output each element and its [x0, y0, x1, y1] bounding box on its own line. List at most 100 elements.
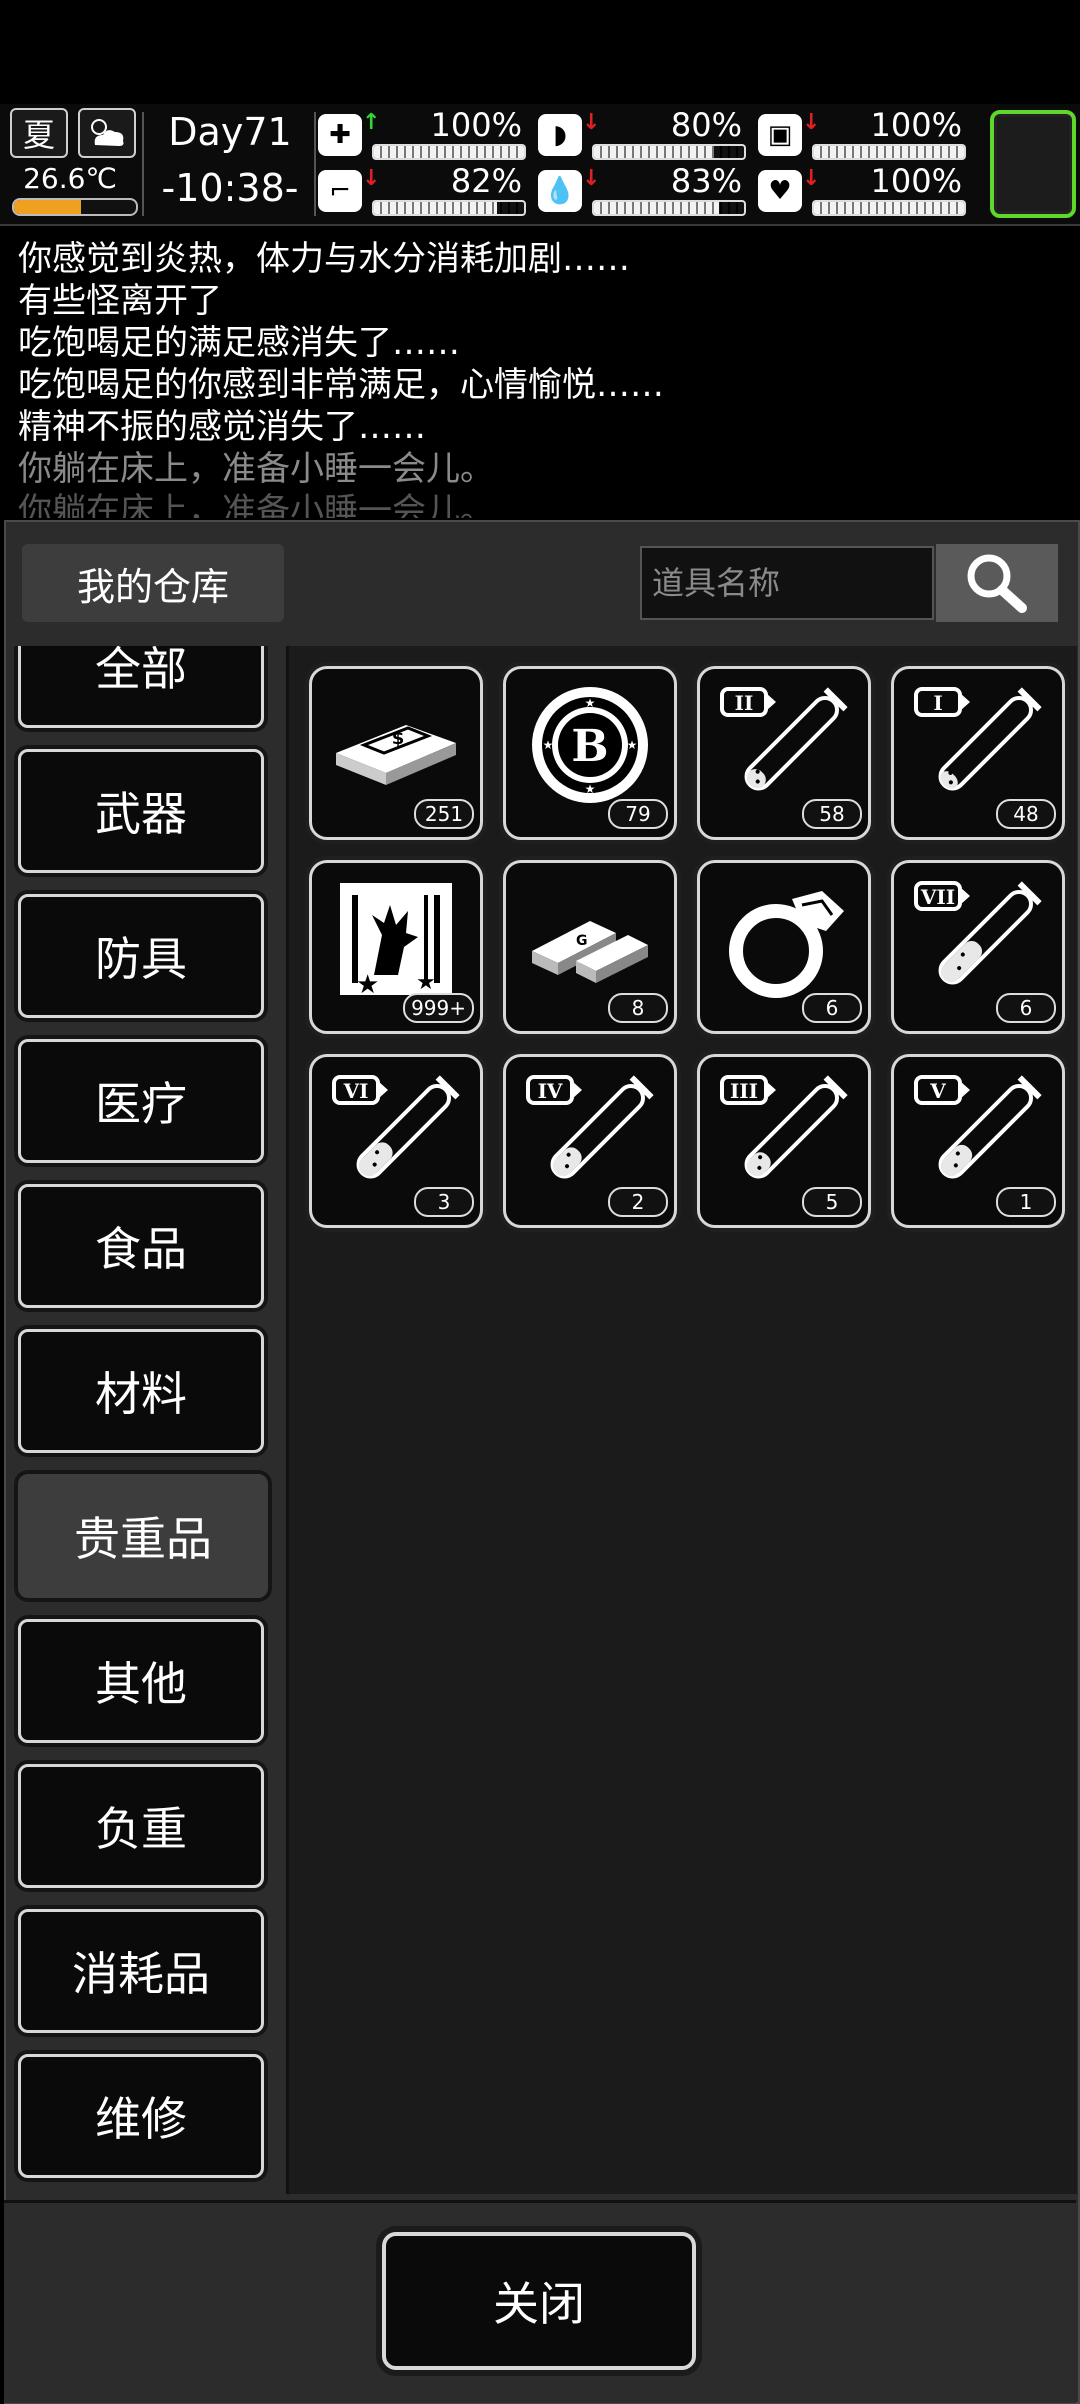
stat-value: 100%	[870, 106, 962, 144]
divider	[314, 112, 316, 216]
partly-cloudy-icon	[91, 119, 124, 146]
medkit-icon: ✚	[318, 114, 362, 156]
category-tab[interactable]: 消耗品	[18, 1909, 264, 2033]
category-tab[interactable]: 贵重品	[18, 1474, 268, 1598]
arrow-up-icon: ↑	[362, 110, 381, 135]
quick-slot-button[interactable]	[990, 110, 1076, 218]
log-line: 你躺在床上，准备小睡一会儿。	[18, 449, 494, 489]
log-line: 吃饱喝足的你感到非常满足，心情愉悦……	[18, 365, 664, 405]
stat-value: 82%	[450, 162, 522, 200]
svg-text:G: G	[576, 933, 588, 949]
temperature-bar	[12, 198, 138, 216]
stat-bar-fill	[374, 202, 497, 214]
weather-button[interactable]	[78, 108, 136, 158]
storage-title: 我的仓库	[22, 544, 284, 622]
game-clock: -10:38-	[161, 166, 299, 210]
inventory-slot[interactable]: V 1	[891, 1054, 1065, 1228]
stat-boot: ⌐ ↓ 82%	[318, 162, 528, 216]
season-indicator[interactable]: 夏	[10, 108, 68, 158]
item-grid[interactable]: $ 251 B ★ ★ ★ ★ 79 II 58 I 48 ★ ★ 999+ G…	[286, 646, 1077, 2194]
stat-bar	[372, 144, 526, 160]
item-count-badge: 999+	[403, 993, 474, 1023]
arrow-down-icon: ↓	[582, 110, 601, 135]
svg-text:III: III	[730, 1079, 758, 1103]
stat-battery: ▣ ↓ 100%	[758, 106, 968, 160]
stat-bar	[592, 200, 746, 216]
stomach-icon: ◗	[538, 114, 582, 156]
message-log[interactable]: 你感觉到炎热，体力与水分消耗加剧…… 有些怪离开了 吃饱喝足的满足感消失了…… 吃饱喝…	[0, 228, 1080, 518]
stat-bar-fill	[594, 202, 719, 214]
inventory-slot[interactable]: IV 2	[503, 1054, 677, 1228]
svg-text:B: B	[571, 721, 608, 772]
inventory-slot[interactable]: III 5	[697, 1054, 871, 1228]
svg-text:VI: VI	[343, 1079, 369, 1103]
item-count-badge: 48	[996, 799, 1056, 829]
search-button[interactable]	[936, 544, 1058, 622]
arrow-down-icon: ↓	[802, 110, 821, 135]
inventory-slot[interactable]: G 8	[503, 860, 677, 1034]
svg-text:★: ★	[416, 970, 436, 995]
stat-medkit: ✚ ↑ 100%	[318, 106, 528, 160]
category-tab[interactable]: 食品	[18, 1184, 264, 1308]
category-list[interactable]: 全部武器防具医疗食品材料贵重品其他负重消耗品维修	[6, 646, 278, 2196]
category-tab[interactable]: 负重	[18, 1764, 264, 1888]
svg-text:★: ★	[585, 696, 596, 710]
category-tab[interactable]: 全部	[18, 646, 264, 728]
svg-text:IV: IV	[538, 1079, 563, 1103]
stat-stomach: ◗ ↓ 80%	[538, 106, 748, 160]
category-tab[interactable]: 医疗	[18, 1039, 264, 1163]
inventory-slot[interactable]: $ 251	[309, 666, 483, 840]
close-button[interactable]: 关闭	[382, 2232, 696, 2370]
season-label: 夏	[22, 116, 55, 154]
item-count-badge: 6	[996, 993, 1056, 1023]
inventory-slot[interactable]: ★ ★ 999+	[309, 860, 483, 1034]
item-count-badge: 1	[996, 1187, 1056, 1217]
item-count-badge: 251	[414, 799, 474, 829]
category-tab[interactable]: 武器	[18, 749, 264, 873]
battery-icon: ▣	[758, 114, 802, 156]
heart-icon: ♥	[758, 170, 802, 212]
inventory-slot[interactable]: 6	[697, 860, 871, 1034]
stat-bar	[812, 144, 966, 160]
item-search-input[interactable]	[640, 546, 934, 620]
inventory-slot[interactable]: VII 6	[891, 860, 1065, 1034]
log-line: 吃饱喝足的满足感消失了……	[18, 323, 460, 363]
stat-bar	[372, 200, 526, 216]
stat-value: 80%	[670, 106, 742, 144]
stat-heart: ♥ ↓ 100%	[758, 162, 968, 216]
day-counter: Day71	[168, 110, 292, 154]
boot-icon: ⌐	[318, 170, 362, 212]
stat-value: 100%	[430, 106, 522, 144]
inventory-slot[interactable]: II 58	[697, 666, 871, 840]
arrow-down-icon: ↓	[582, 166, 601, 191]
stat-bar-fill	[594, 146, 714, 158]
water-drop-icon: 💧	[538, 170, 582, 212]
inventory-slot[interactable]: VI 3	[309, 1054, 483, 1228]
stat-bar-fill	[814, 202, 964, 214]
item-count-badge: 8	[608, 993, 668, 1023]
category-tab[interactable]: 维修	[18, 2054, 264, 2178]
stat-bar	[812, 200, 966, 216]
search-icon	[967, 554, 1027, 613]
category-tab[interactable]: 材料	[18, 1329, 264, 1453]
survival-hud: 夏 26.6℃ Day71 -10:38- ✚ ↑ 100% ◗ ↓ 80% ▣ ↓ 100% ⌐…	[0, 104, 1080, 226]
item-count-badge: 3	[414, 1187, 474, 1217]
stat-value: 83%	[670, 162, 742, 200]
item-count-badge: 6	[802, 993, 862, 1023]
arrow-down-icon: ↓	[802, 166, 821, 191]
stat-bar	[592, 144, 746, 160]
arrow-down-icon: ↓	[362, 166, 381, 191]
stat-bar-fill	[814, 146, 964, 158]
log-line: 有些怪离开了	[18, 281, 222, 321]
inventory-slot[interactable]: I 48	[891, 666, 1065, 840]
stat-water-drop: 💧 ↓ 83%	[538, 162, 748, 216]
svg-text:$: $	[392, 728, 405, 749]
category-tab[interactable]: 防具	[18, 894, 264, 1018]
svg-text:★: ★	[627, 738, 638, 752]
inventory-slot[interactable]: B ★ ★ ★ ★ 79	[503, 666, 677, 840]
category-tab[interactable]: 其他	[18, 1619, 264, 1743]
svg-text:★: ★	[543, 738, 554, 752]
divider	[142, 112, 144, 216]
stat-value: 100%	[870, 162, 962, 200]
svg-text:★: ★	[585, 782, 596, 796]
